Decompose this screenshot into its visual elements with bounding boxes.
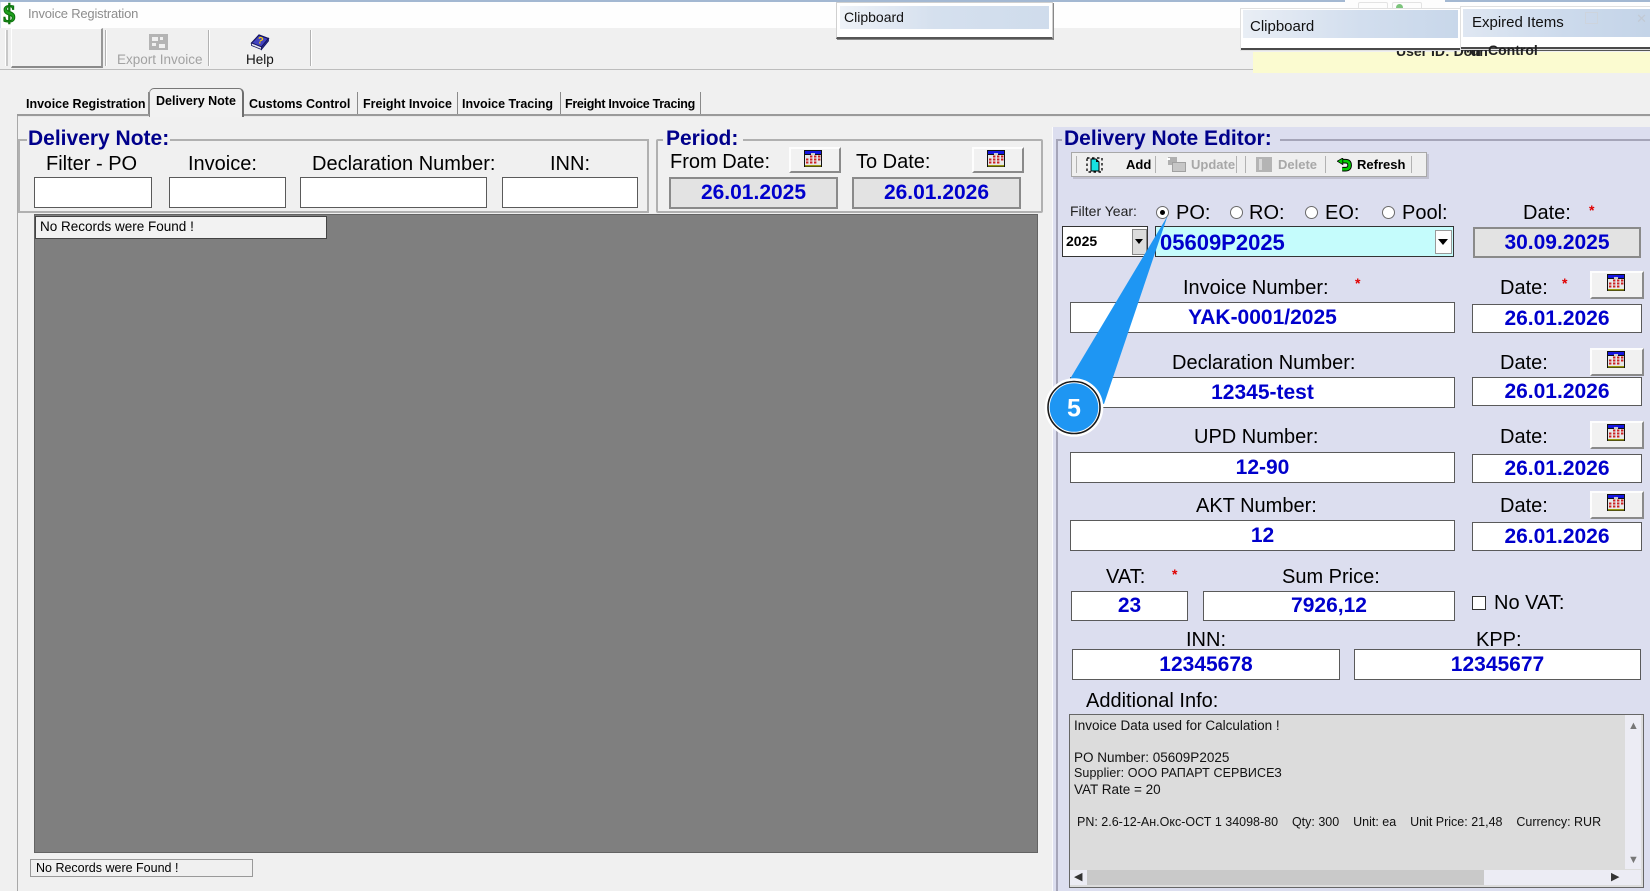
svg-text:5: 5 [1067, 395, 1081, 423]
